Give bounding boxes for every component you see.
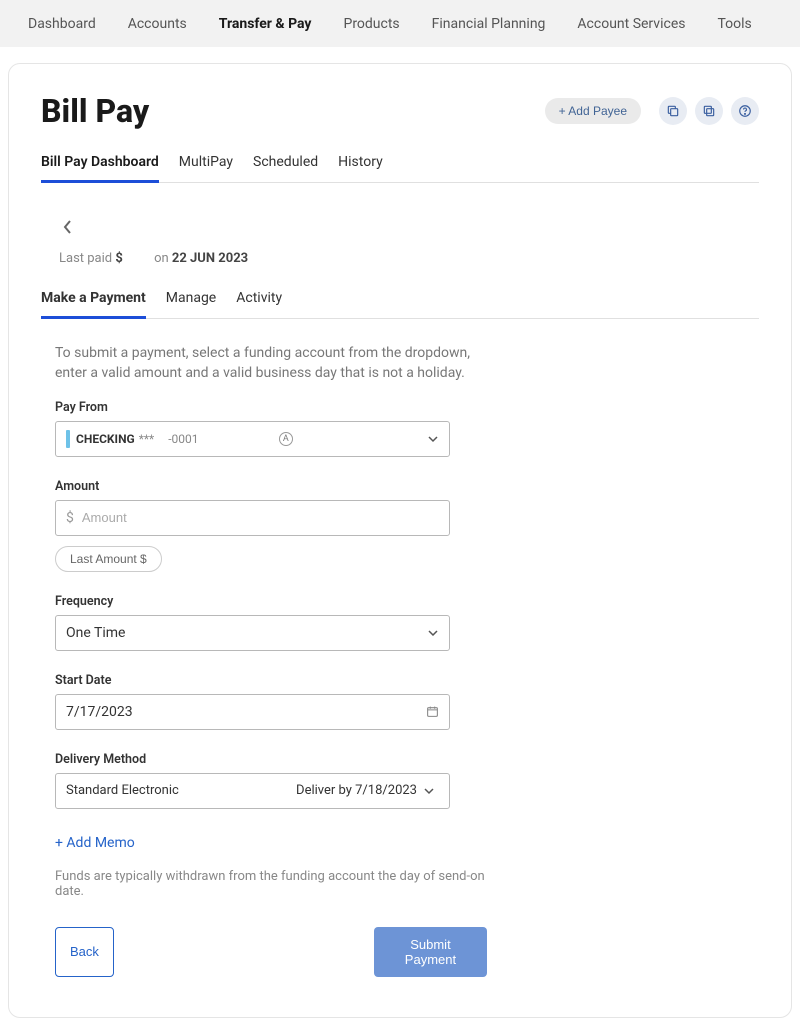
account-color-stripe: [66, 430, 70, 448]
dollar-sign: $: [66, 510, 74, 526]
withdraw-note: Funds are typically withdrawn from the f…: [55, 869, 487, 899]
topnav-products[interactable]: Products: [343, 16, 399, 32]
last-amount-button[interactable]: Last Amount $: [55, 546, 162, 572]
field-amount: Amount $ Last Amount $: [55, 479, 487, 572]
main-card: Bill Pay + Add Payee Bill Pay Dashboard: [8, 63, 792, 1018]
calendar-icon: [426, 705, 439, 718]
last-paid-amount: $: [115, 251, 122, 266]
account-name: CHECKING: [76, 432, 135, 446]
tabs-primary: Bill Pay Dashboard MultiPay Scheduled Hi…: [41, 146, 759, 183]
start-date-input[interactable]: 7/17/2023: [55, 694, 450, 730]
payment-form: To submit a payment, select a funding ac…: [41, 343, 501, 977]
add-payee-button[interactable]: + Add Payee: [545, 98, 641, 124]
field-delivery-method: Delivery Method Standard Electronic Deli…: [55, 752, 487, 809]
start-date-label: Start Date: [55, 673, 487, 688]
chevron-down-icon: [427, 433, 439, 445]
chevron-down-icon: [423, 785, 435, 797]
last-paid-on: on 22 JUN 2023: [154, 251, 248, 266]
top-nav: Dashboard Accounts Transfer & Pay Produc…: [0, 0, 800, 47]
last-paid-date: 22 JUN 2023: [172, 251, 248, 266]
start-date-value: 7/17/2023: [66, 704, 133, 720]
header-actions: + Add Payee: [545, 97, 759, 125]
tab-billpay-dashboard[interactable]: Bill Pay Dashboard: [41, 146, 159, 183]
field-pay-from: Pay From CHECKING *** -0001 A: [55, 400, 487, 457]
amount-input[interactable]: [82, 510, 439, 525]
topnav-accounts[interactable]: Accounts: [128, 16, 187, 32]
chevron-down-icon: [427, 627, 439, 639]
duplicate-icon-button[interactable]: [695, 97, 723, 125]
account-type-badge: A: [279, 432, 293, 446]
topnav-transfer-pay[interactable]: Transfer & Pay: [219, 16, 312, 32]
tab-manage[interactable]: Manage: [166, 282, 216, 318]
help-icon-button[interactable]: [731, 97, 759, 125]
tab-make-payment[interactable]: Make a Payment: [41, 282, 146, 319]
pay-from-label: Pay From: [55, 400, 487, 415]
copy-icon-button[interactable]: [659, 97, 687, 125]
field-start-date: Start Date 7/17/2023: [55, 673, 487, 730]
field-frequency: Frequency One Time: [55, 594, 487, 651]
delivery-by-date: Deliver by 7/18/2023: [296, 783, 417, 798]
add-memo-link[interactable]: + Add Memo: [55, 835, 135, 851]
last-paid-row: Last paid $ on 22 JUN 2023: [41, 251, 759, 282]
frequency-select[interactable]: One Time: [55, 615, 450, 651]
account-last4: -0001: [168, 432, 198, 446]
delivery-method-select[interactable]: Standard Electronic Deliver by 7/18/2023: [55, 773, 450, 809]
last-paid-label: Last paid: [59, 251, 112, 266]
help-icon: [738, 104, 752, 118]
topnav-dashboard[interactable]: Dashboard: [28, 16, 96, 32]
back-button[interactable]: Back: [55, 927, 114, 977]
page-title: Bill Pay: [41, 92, 149, 130]
delivery-method-label: Delivery Method: [55, 752, 487, 767]
delivery-by-text: Deliver by 7/18/2023: [296, 783, 435, 798]
submit-payment-button[interactable]: Submit Payment: [374, 927, 487, 977]
amount-input-wrapper[interactable]: $: [55, 500, 450, 536]
tab-activity[interactable]: Activity: [236, 282, 282, 318]
topnav-account-services[interactable]: Account Services: [577, 16, 685, 32]
duplicate-icon: [702, 104, 716, 118]
back-row: [41, 203, 759, 251]
tab-scheduled[interactable]: Scheduled: [253, 146, 318, 182]
frequency-value: One Time: [66, 625, 125, 641]
amount-label: Amount: [55, 479, 487, 494]
pay-from-select[interactable]: CHECKING *** -0001 A: [55, 421, 450, 457]
tabs-secondary: Make a Payment Manage Activity: [41, 282, 759, 319]
tab-history[interactable]: History: [338, 146, 383, 182]
last-paid-on-prefix: on: [154, 251, 169, 266]
button-row: Back Submit Payment: [55, 927, 487, 977]
topnav-tools[interactable]: Tools: [717, 16, 751, 32]
tab-multipay[interactable]: MultiPay: [179, 146, 233, 182]
back-chevron-icon[interactable]: [59, 215, 77, 239]
account-mask: ***: [139, 432, 155, 446]
topnav-financial-planning[interactable]: Financial Planning: [432, 16, 546, 32]
header-row: Bill Pay + Add Payee: [41, 92, 759, 130]
delivery-method-value: Standard Electronic: [66, 783, 179, 798]
copy-icon: [666, 104, 680, 118]
frequency-label: Frequency: [55, 594, 487, 609]
form-instructions: To submit a payment, select a funding ac…: [55, 343, 487, 384]
